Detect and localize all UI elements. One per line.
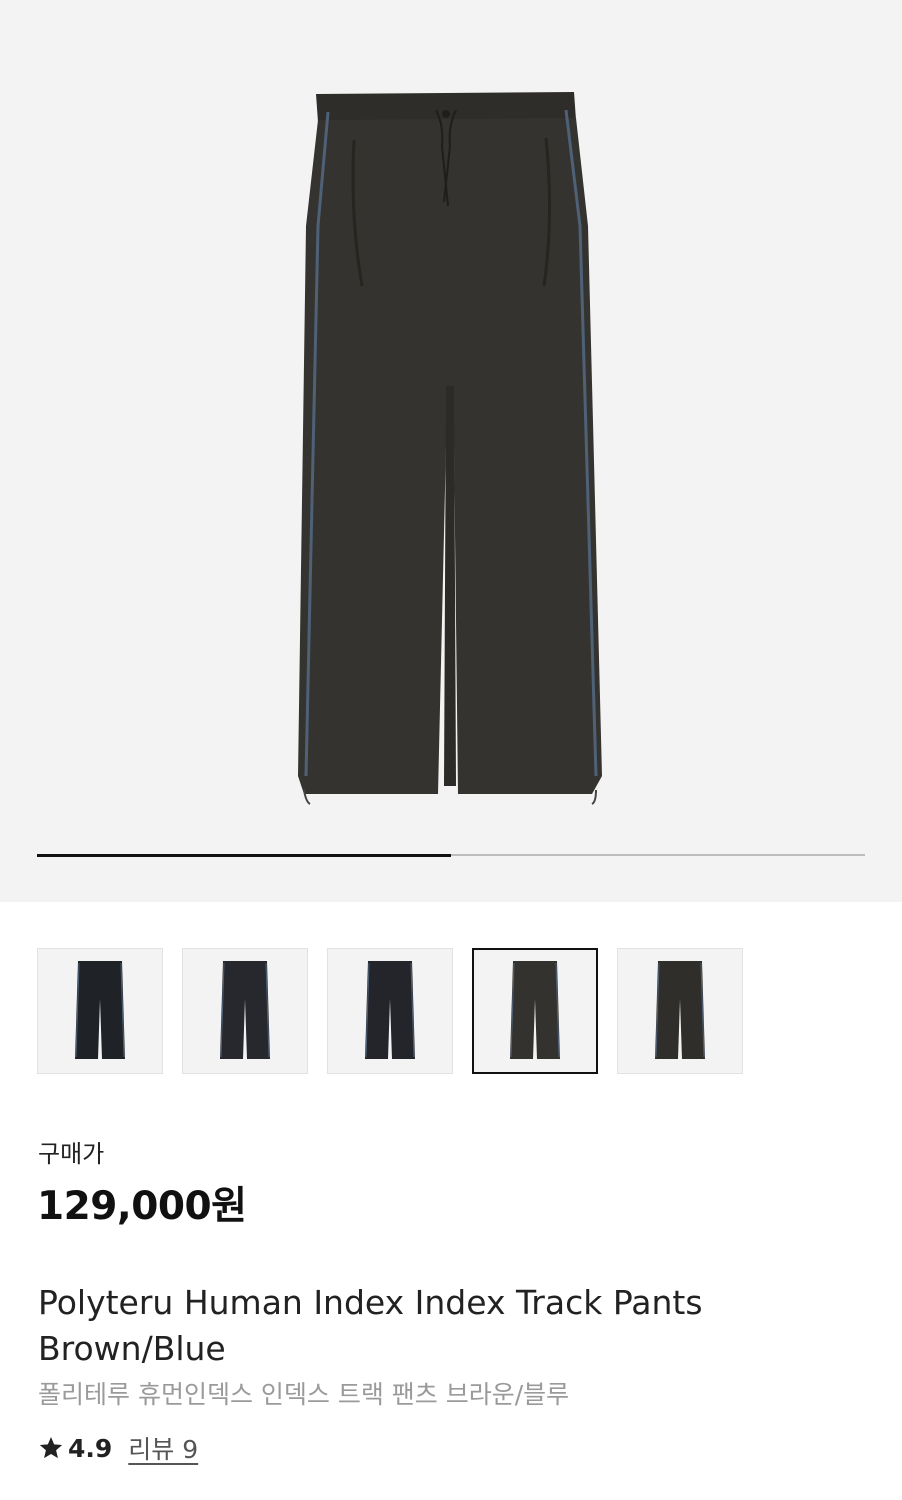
product-thumbnail-1[interactable] <box>37 948 163 1074</box>
gallery-progress-bar <box>37 853 865 857</box>
review-count-link[interactable]: 리뷰 9 <box>128 1430 198 1466</box>
star-icon <box>39 1436 63 1459</box>
rating-row: 4.9 리뷰 9 <box>38 1430 198 1466</box>
rating-value: 4.9 <box>68 1433 113 1463</box>
thumbnail-pants-image <box>510 961 560 1059</box>
product-main-image <box>298 92 602 805</box>
product-name-english: Polyteru Human Index Index Track Pants B… <box>38 1283 703 1368</box>
thumbnail-pants-image <box>365 961 415 1059</box>
product-thumbnail-2[interactable] <box>182 948 308 1074</box>
product-name-korean: 폴리테루 휴먼인덱스 인덱스 트랙 팬츠 브라운/블루 <box>38 1380 570 1409</box>
price-label: 구매가 <box>38 1140 105 1168</box>
gallery-progress-fill <box>37 853 451 857</box>
product-thumbnail-4[interactable] <box>472 948 598 1074</box>
price-value: 129,000원 <box>37 1184 247 1229</box>
product-thumbnail-5[interactable] <box>617 948 743 1074</box>
product-thumbnail-3[interactable] <box>327 948 453 1074</box>
thumbnail-pants-image <box>655 961 705 1059</box>
thumbnail-pants-image <box>75 961 125 1059</box>
product-image-gallery[interactable] <box>0 0 902 902</box>
thumbnail-pants-image <box>220 961 270 1059</box>
thumbnail-strip <box>37 948 743 1074</box>
